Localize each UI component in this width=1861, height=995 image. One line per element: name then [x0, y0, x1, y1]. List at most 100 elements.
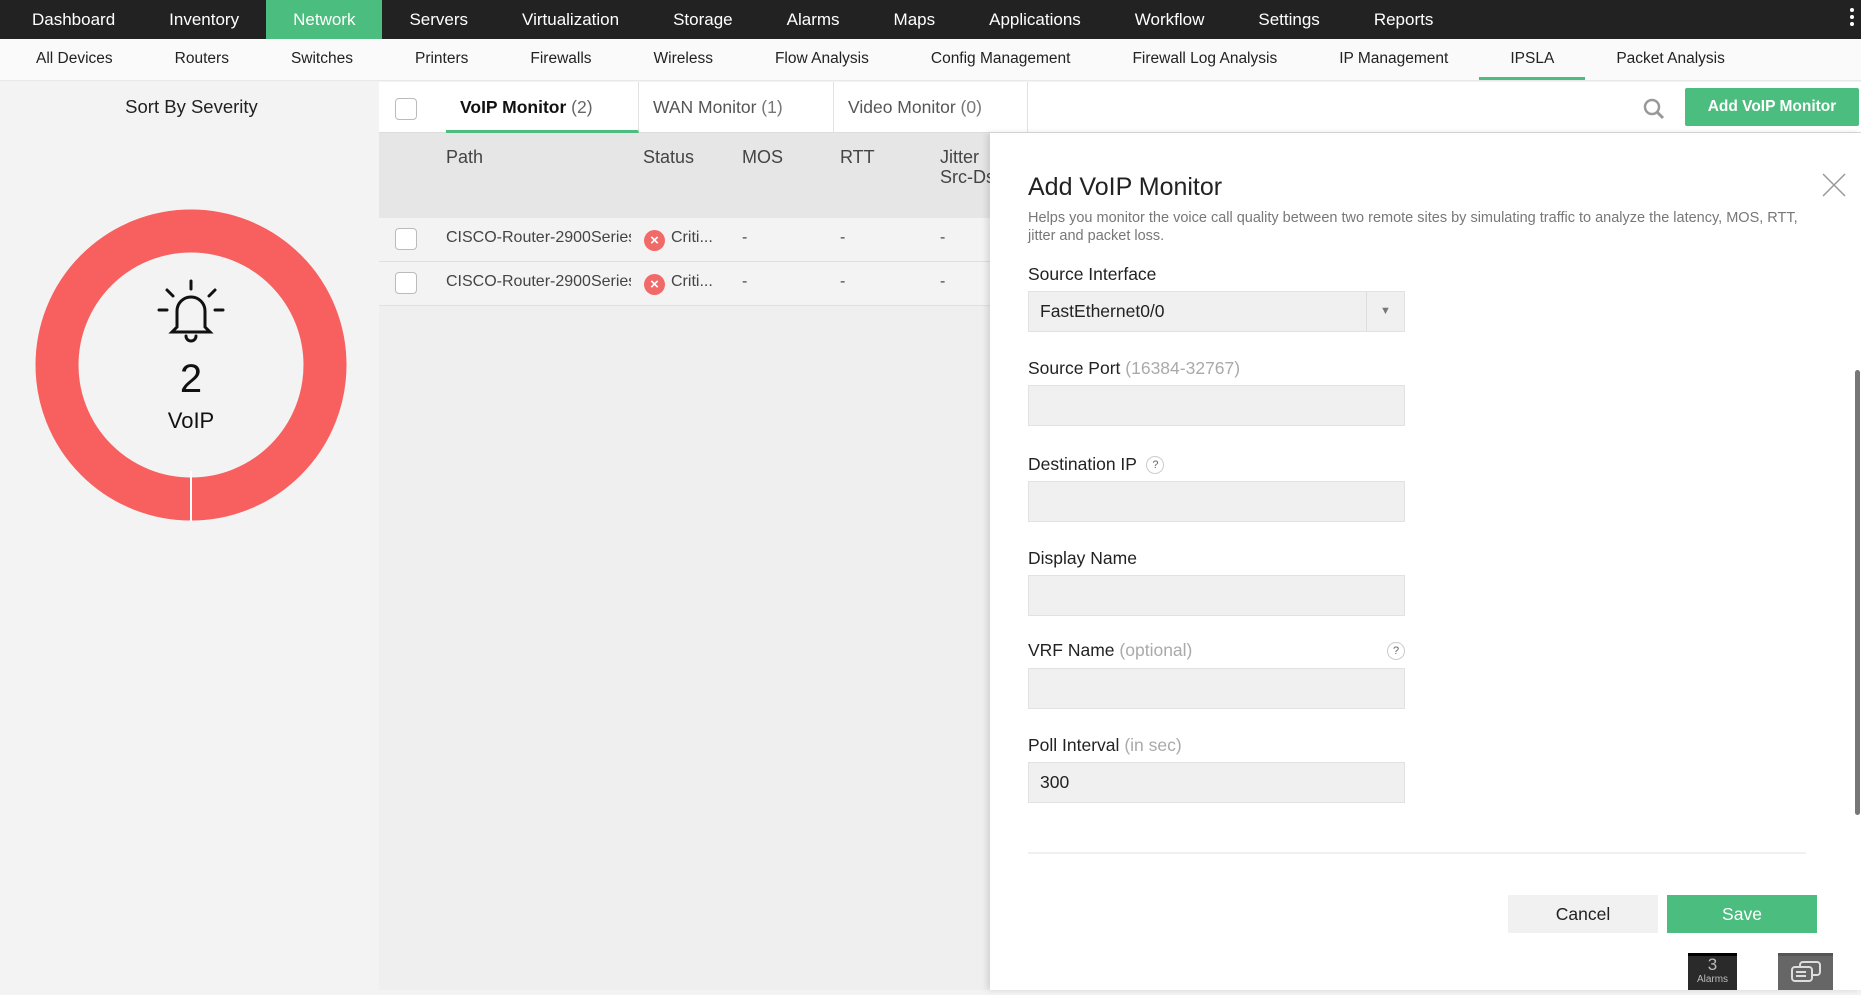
add-voip-monitor-button[interactable]: Add VoIP Monitor — [1685, 88, 1859, 126]
severity-count: 2 — [180, 357, 202, 401]
tab-label: Video Monitor — [848, 97, 956, 117]
alarms-count: 3 — [1707, 955, 1718, 974]
vrf-name-label: VRF Name (optional)? — [1028, 640, 1405, 661]
chevron-down-icon[interactable]: ▼ — [1366, 292, 1404, 331]
divider — [1028, 852, 1806, 854]
subnav-firewall-log-analysis[interactable]: Firewall Log Analysis — [1101, 39, 1308, 80]
alarms-badge[interactable]: 3 Alarms — [1688, 953, 1737, 990]
label-text: VRF Name — [1028, 640, 1115, 660]
table-row[interactable]: CISCO-Router-2900Series × Criti... - - - — [379, 218, 990, 262]
label-hint: (16384-32767) — [1125, 358, 1241, 378]
nav-inventory[interactable]: Inventory — [142, 0, 266, 39]
mos-cell: - — [742, 229, 748, 246]
row-checkbox[interactable] — [395, 228, 417, 250]
severity-label: VoIP — [168, 408, 214, 433]
column-status[interactable]: Status — [643, 147, 694, 167]
nav-storage[interactable]: Storage — [646, 0, 760, 39]
jitter-label: Jitter — [940, 147, 980, 167]
alarms-label: Alarms — [1696, 974, 1729, 985]
status-cell: Criti... — [671, 273, 713, 290]
nav-workflow[interactable]: Workflow — [1108, 0, 1232, 39]
cancel-button[interactable]: Cancel — [1508, 895, 1658, 933]
bell-icon — [157, 279, 225, 343]
subnav-wireless[interactable]: Wireless — [623, 39, 744, 80]
label-text: Source Port — [1028, 358, 1121, 378]
tab-label: VoIP Monitor — [460, 97, 567, 117]
destination-ip-label: Destination IP ? — [1028, 454, 1165, 475]
subnav-printers[interactable]: Printers — [384, 39, 499, 80]
poll-interval-label: Poll Interval (in sec) — [1028, 735, 1182, 756]
source-interface-value: FastEthernet0/0 — [1040, 301, 1165, 321]
nav-applications[interactable]: Applications — [962, 0, 1108, 39]
subnav-ipsla[interactable]: IPSLA — [1479, 39, 1586, 80]
jitter-cell: - — [940, 273, 946, 290]
subnav-packet-analysis[interactable]: Packet Analysis — [1585, 39, 1756, 80]
vrf-name-input[interactable] — [1028, 668, 1405, 709]
subnav-firewalls[interactable]: Firewalls — [499, 39, 622, 80]
nav-virtualization[interactable]: Virtualization — [495, 0, 646, 39]
column-mos[interactable]: MOS — [742, 147, 783, 167]
source-port-input[interactable] — [1028, 385, 1405, 426]
path-cell[interactable]: CISCO-Router-2900Series — [446, 273, 631, 291]
tab-count: (2) — [571, 97, 593, 117]
tab-count: (0) — [960, 97, 982, 117]
critical-icon: × — [644, 274, 665, 295]
chat-button[interactable] — [1778, 953, 1833, 990]
help-icon[interactable]: ? — [1146, 456, 1165, 475]
table-row[interactable]: CISCO-Router-2900Series × Criti... - - - — [379, 262, 990, 306]
column-jitter[interactable]: Jitter Src-Ds — [940, 147, 990, 187]
nav-maps[interactable]: Maps — [867, 0, 963, 39]
source-interface-label: Source Interface — [1028, 264, 1157, 284]
rtt-cell: - — [840, 229, 846, 246]
row-checkbox[interactable] — [395, 272, 417, 294]
more-options-icon[interactable] — [1850, 8, 1855, 29]
critical-icon: × — [644, 230, 665, 251]
nav-reports[interactable]: Reports — [1347, 0, 1461, 39]
subnav-all-devices[interactable]: All Devices — [5, 39, 144, 80]
save-button[interactable]: Save — [1667, 895, 1817, 933]
jitter-sub-label: Src-Ds — [940, 167, 990, 187]
tab-video-monitor[interactable]: Video Monitor (0) — [834, 82, 1028, 133]
nav-servers[interactable]: Servers — [382, 0, 495, 39]
search-icon[interactable] — [1643, 98, 1665, 120]
severity-donut-chart[interactable]: 2 VoIP — [35, 209, 347, 521]
nav-network[interactable]: Network — [266, 0, 383, 39]
add-voip-monitor-drawer: Add VoIP Monitor Helps you monitor the v… — [990, 133, 1861, 990]
path-cell[interactable]: CISCO-Router-2900Series — [446, 229, 631, 247]
subnav-routers[interactable]: Routers — [144, 39, 260, 80]
nav-alarms[interactable]: Alarms — [760, 0, 867, 39]
display-name-label: Display Name — [1028, 548, 1137, 568]
jitter-cell: - — [940, 229, 946, 246]
nav-settings[interactable]: Settings — [1231, 0, 1346, 39]
top-navigation: Dashboard Inventory Network Servers Virt… — [0, 0, 1861, 39]
column-rtt[interactable]: RTT — [840, 147, 875, 167]
label-text: Poll Interval — [1028, 735, 1120, 755]
subnav-ip-management[interactable]: IP Management — [1308, 39, 1479, 80]
display-name-input[interactable] — [1028, 575, 1405, 616]
destination-ip-input[interactable] — [1028, 481, 1405, 522]
status-cell: Criti... — [671, 229, 713, 246]
sub-navigation: All Devices Routers Switches Printers Fi… — [0, 39, 1861, 81]
severity-panel: Sort By Severity 2 VoIP — [5, 82, 378, 990]
close-icon[interactable] — [1822, 173, 1846, 197]
tab-wan-monitor[interactable]: WAN Monitor (1) — [639, 82, 834, 133]
select-all-checkbox[interactable] — [395, 98, 417, 120]
subnav-config-management[interactable]: Config Management — [900, 39, 1102, 80]
drawer-scrollbar[interactable] — [1855, 370, 1860, 815]
mos-cell: - — [742, 273, 748, 290]
drawer-description: Helps you monitor the voice call quality… — [1028, 210, 1798, 244]
drawer-title: Add VoIP Monitor — [1028, 173, 1223, 201]
nav-dashboard[interactable]: Dashboard — [5, 0, 142, 39]
label-hint: (optional) — [1119, 640, 1193, 660]
subnav-flow-analysis[interactable]: Flow Analysis — [744, 39, 900, 80]
help-icon[interactable]: ? — [1387, 642, 1405, 660]
subnav-switches[interactable]: Switches — [260, 39, 384, 80]
table-header: Path Status MOS RTT Jitter Src-Ds — [379, 133, 990, 218]
column-path[interactable]: Path — [446, 147, 483, 167]
source-interface-select[interactable]: FastEthernet0/0 ▼ — [1028, 291, 1405, 332]
rtt-cell: - — [840, 273, 846, 290]
tab-voip-monitor[interactable]: VoIP Monitor (2) — [446, 82, 639, 133]
tab-count: (1) — [761, 97, 783, 117]
chat-icon — [1791, 961, 1821, 982]
poll-interval-input[interactable]: 300 — [1028, 762, 1405, 803]
